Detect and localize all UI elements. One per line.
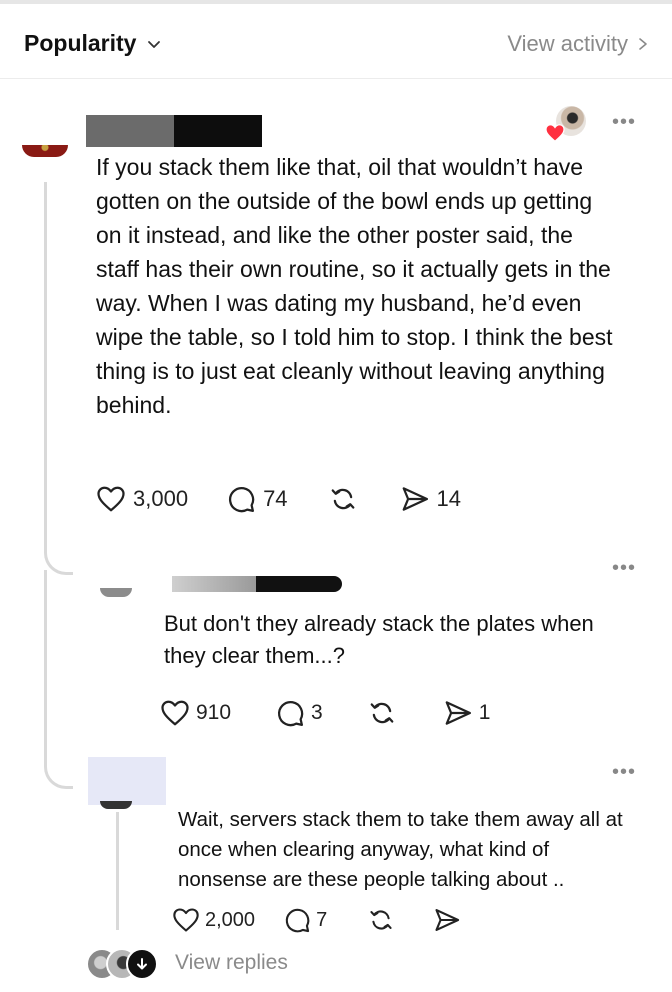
view-activity-link[interactable]: View activity [507, 31, 650, 57]
repost-icon [370, 910, 392, 930]
more-icon[interactable]: ••• [612, 558, 636, 578]
view-activity-label: View activity [507, 31, 628, 56]
more-icon[interactable]: ••• [612, 762, 636, 782]
sort-dropdown[interactable]: Popularity [24, 30, 162, 57]
repost-button[interactable] [367, 698, 397, 728]
avatar[interactable] [100, 588, 132, 597]
thread-line [44, 570, 47, 750]
heart-icon [173, 908, 199, 932]
redacted-username [88, 757, 166, 805]
like-count: 3,000 [133, 486, 189, 511]
repost-button[interactable] [328, 484, 358, 514]
heart-icon [97, 486, 125, 512]
arrow-down-icon [137, 958, 147, 970]
thread-curve [44, 530, 73, 575]
repost-icon [331, 488, 354, 510]
share-count: 14 [436, 486, 462, 511]
redacted-username [174, 115, 262, 147]
avatar[interactable] [100, 801, 132, 809]
header-bar: Popularity View activity [0, 4, 672, 79]
reply-count: 3 [311, 701, 323, 724]
redacted-username [86, 115, 174, 147]
chevron-down-icon [148, 40, 161, 48]
reply-count: 74 [263, 486, 288, 511]
like-count: 2,000 [205, 908, 256, 931]
share-icon [402, 487, 428, 511]
comment-actions: 3,000 74 14 [96, 482, 461, 516]
comment-text: Wait, servers stack them to take them aw… [178, 808, 623, 891]
reply-button[interactable]: 74 [226, 484, 288, 514]
share-button[interactable] [433, 906, 461, 934]
thread-curve [44, 740, 73, 789]
share-button[interactable]: 14 [400, 484, 461, 514]
more-icon[interactable]: ••• [612, 112, 636, 132]
comment-text: But don't they already stack the plates … [164, 611, 594, 668]
heart-icon [161, 700, 189, 726]
like-button[interactable]: 910 [160, 699, 231, 727]
share-icon [435, 909, 460, 931]
repost-button[interactable] [367, 906, 395, 934]
reply-count: 7 [316, 908, 328, 931]
thread-line [116, 812, 119, 930]
comment-text: If you stack them like that, oil that wo… [96, 154, 613, 418]
repost-icon [370, 702, 394, 724]
thread-line [44, 182, 47, 532]
view-replies-link[interactable]: View replies [175, 951, 288, 975]
share-button[interactable]: 1 [443, 698, 491, 728]
comment-icon [285, 908, 310, 933]
avatar[interactable] [22, 145, 68, 157]
like-button[interactable]: 2,000 [172, 907, 255, 933]
comment-icon [229, 487, 255, 513]
redacted-username [256, 576, 342, 592]
expand-replies-badge [126, 948, 158, 980]
like-count: 910 [196, 701, 232, 724]
sort-label: Popularity [24, 30, 137, 56]
share-icon [445, 701, 471, 725]
reply-button[interactable]: 3 [275, 698, 323, 728]
reply-button[interactable]: 7 [283, 906, 327, 934]
comment-icon [278, 701, 304, 727]
share-count: 1 [478, 701, 491, 724]
like-button[interactable]: 3,000 [96, 485, 188, 513]
comment-actions: 910 3 1 [160, 697, 490, 729]
heart-badge-icon [545, 124, 565, 142]
chevron-right-icon [639, 38, 647, 50]
redacted-username [172, 576, 256, 592]
reply-avatars[interactable] [86, 948, 158, 980]
comment-actions: 2,000 7 [172, 905, 461, 935]
